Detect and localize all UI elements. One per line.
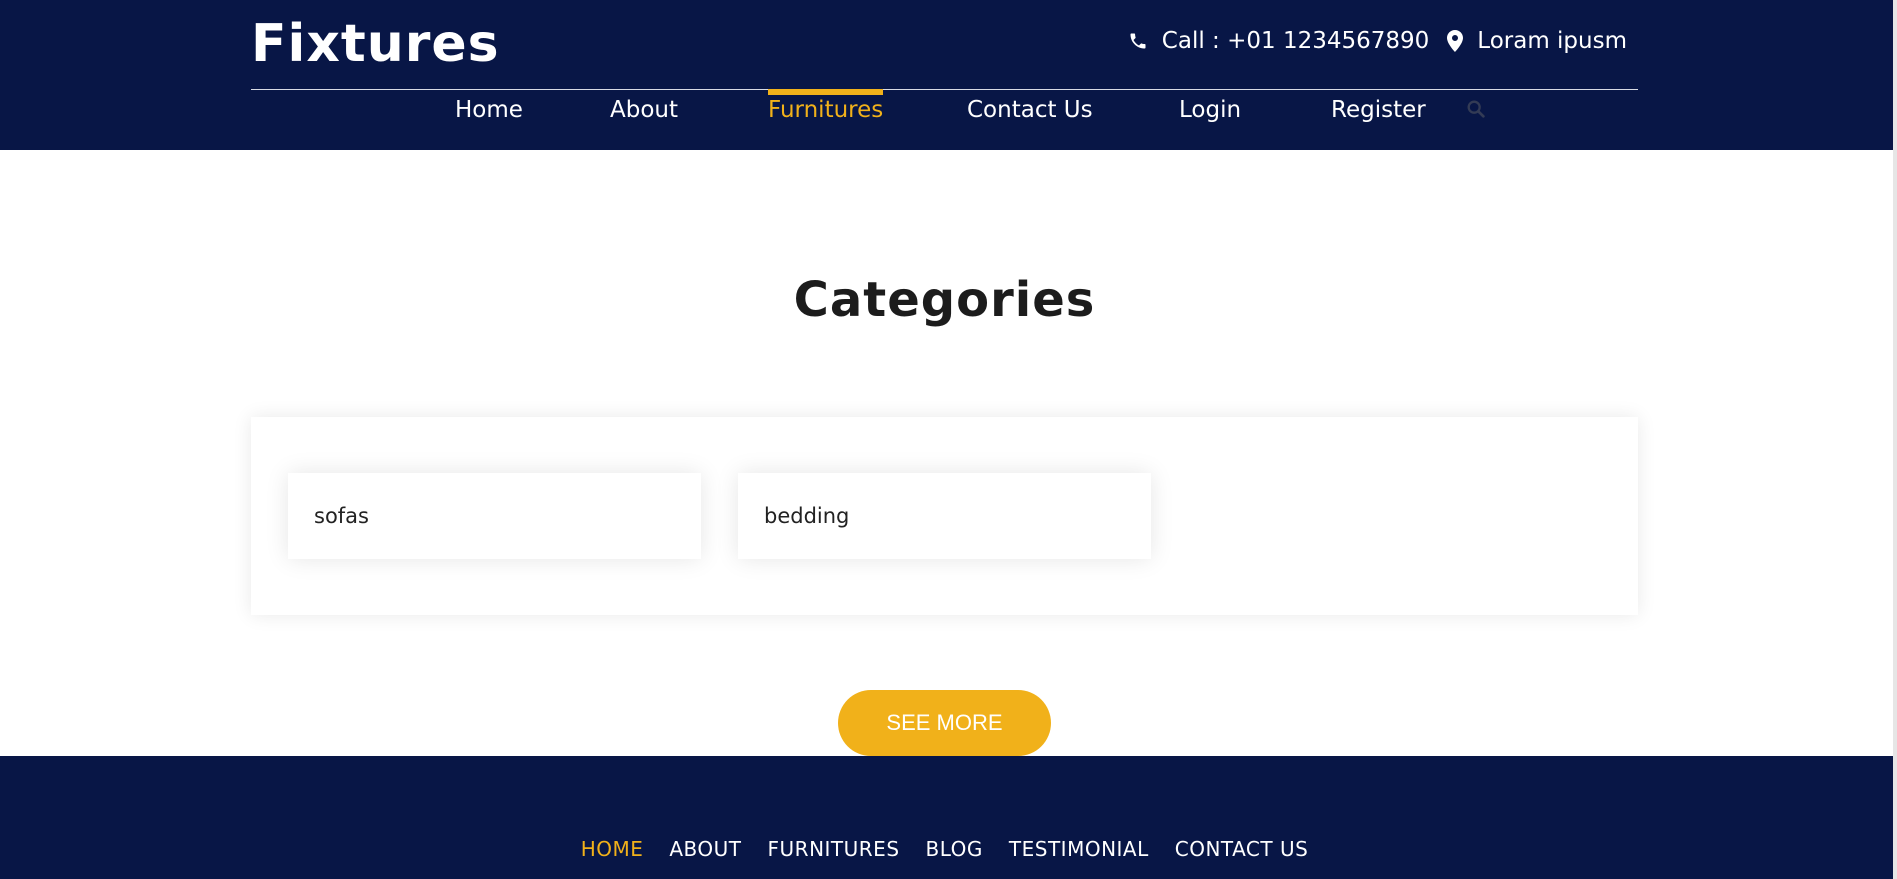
- brand-logo[interactable]: Fixtures: [251, 12, 500, 76]
- phone-icon: [1130, 33, 1146, 49]
- footer-link-about[interactable]: ABOUT: [669, 837, 741, 861]
- category-card-bedding[interactable]: bedding: [738, 473, 1151, 559]
- nav-furnitures[interactable]: Furnitures: [768, 89, 884, 134]
- category-panel: sofas bedding: [251, 417, 1638, 615]
- call-info[interactable]: Call : +01 1234567890: [1128, 28, 1430, 54]
- nav-contact-us[interactable]: Contact Us: [967, 89, 1093, 134]
- nav-login[interactable]: Login: [1179, 89, 1241, 134]
- map-pin-icon: [1447, 30, 1464, 52]
- site-footer: HOME ABOUT FURNITURES BLOG TESTIMONIAL C…: [0, 756, 1893, 879]
- footer-link-home[interactable]: HOME: [581, 837, 644, 861]
- search-icon[interactable]: [1465, 98, 1487, 120]
- footer-link-blog[interactable]: BLOG: [926, 837, 983, 861]
- see-more-button[interactable]: SEE MORE: [838, 690, 1051, 756]
- page-title: Categories: [793, 272, 1096, 328]
- main-nav: Home About Furnitures Contact Us Login R…: [0, 89, 1893, 134]
- contact-info: Call : +01 1234567890 Loram ipusm: [1128, 24, 1627, 58]
- location-text: Loram ipusm: [1477, 28, 1627, 54]
- call-text: Call : +01 1234567890: [1161, 28, 1430, 54]
- nav-register[interactable]: Register: [1331, 89, 1426, 134]
- category-label: sofas: [314, 504, 369, 528]
- footer-link-testimonial[interactable]: TESTIMONIAL: [1009, 837, 1149, 861]
- site-header: Fixtures Call : +01 1234567890 Loram ipu…: [0, 0, 1893, 150]
- nav-about[interactable]: About: [610, 89, 678, 134]
- nav-home[interactable]: Home: [455, 89, 523, 134]
- category-label: bedding: [764, 504, 850, 528]
- category-card-sofas[interactable]: sofas: [288, 473, 701, 559]
- footer-link-contact-us[interactable]: CONTACT US: [1175, 837, 1309, 861]
- location-info[interactable]: Loram ipusm: [1447, 28, 1627, 54]
- footer-link-furnitures[interactable]: FURNITURES: [768, 837, 900, 861]
- footer-nav: HOME ABOUT FURNITURES BLOG TESTIMONIAL C…: [0, 837, 1889, 861]
- page-scrollbar[interactable]: [1893, 0, 1897, 879]
